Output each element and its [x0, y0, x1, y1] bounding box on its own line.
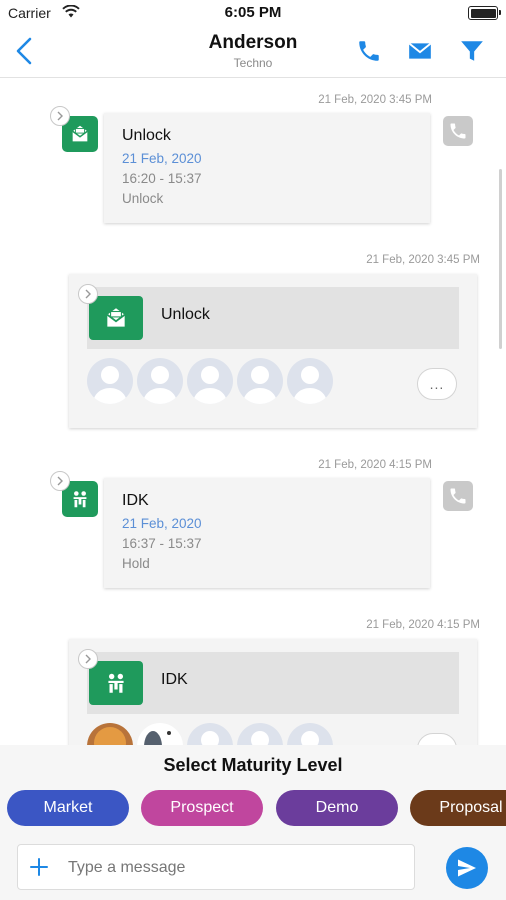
- send-button[interactable]: [446, 847, 488, 889]
- send-icon: [458, 859, 476, 877]
- avatar-placeholder[interactable]: [237, 723, 283, 745]
- email-activity-icon: [89, 296, 143, 340]
- group-activity-card[interactable]: Unlock ...: [69, 274, 477, 428]
- more-participants-button[interactable]: ...: [417, 368, 457, 400]
- group-activity-title: IDK: [161, 671, 188, 688]
- activity-date: 21 Feb, 2020: [122, 516, 202, 531]
- avatar-placeholder[interactable]: [87, 358, 133, 404]
- mail-icon[interactable]: [405, 38, 435, 64]
- clock: 6:05 PM: [224, 4, 282, 21]
- expand-chevron-icon[interactable]: [50, 471, 70, 491]
- message-placeholder: Type a message: [68, 859, 186, 876]
- phone-icon[interactable]: [354, 38, 384, 64]
- message-input[interactable]: Type a message: [17, 844, 415, 890]
- timestamp: 21 Feb, 2020 3:45 PM: [318, 94, 432, 106]
- expand-chevron-icon[interactable]: [78, 284, 98, 304]
- group-activity-header: IDK: [87, 652, 459, 714]
- maturity-chip-demo[interactable]: Demo: [276, 790, 398, 826]
- activity-date: 21 Feb, 2020: [122, 151, 202, 166]
- avatar-photo[interactable]: [137, 723, 183, 745]
- activity-status: Unlock: [122, 191, 164, 206]
- avatar-placeholder[interactable]: [287, 723, 333, 745]
- maturity-chip-prospect[interactable]: Prospect: [141, 790, 263, 826]
- meeting-activity-icon: [89, 661, 143, 705]
- avatar-photo[interactable]: [87, 723, 133, 745]
- maturity-title: Select Maturity Level: [163, 755, 343, 775]
- avatar-placeholder[interactable]: [187, 723, 233, 745]
- maturity-chip-market[interactable]: Market: [7, 790, 129, 826]
- expand-chevron-icon[interactable]: [78, 649, 98, 669]
- avatar-placeholder[interactable]: [287, 358, 333, 404]
- activity-title: Unlock: [122, 127, 171, 144]
- timestamp: 21 Feb, 2020 4:15 PM: [366, 619, 480, 631]
- activity-feed[interactable]: 21 Feb, 2020 3:45 PM Unlock 21 Feb, 2020…: [0, 79, 506, 745]
- timestamp: 21 Feb, 2020 4:15 PM: [318, 459, 432, 471]
- activity-status: Hold: [122, 556, 150, 571]
- avatar-placeholder[interactable]: [187, 358, 233, 404]
- activity-title: IDK: [122, 492, 149, 509]
- battery-icon: [468, 6, 501, 20]
- expand-chevron-icon[interactable]: [50, 106, 70, 126]
- group-activity-card[interactable]: IDK: [69, 639, 477, 745]
- timestamp: 21 Feb, 2020 3:45 PM: [366, 254, 480, 266]
- bottom-panel: Select Maturity Level Market Prospect De…: [0, 745, 506, 900]
- avatar-placeholder[interactable]: [237, 358, 283, 404]
- conversation-header: Anderson Techno: [0, 26, 506, 78]
- activity-card[interactable]: IDK 21 Feb, 2020 16:37 - 15:37 Hold: [104, 478, 430, 588]
- group-activity-title: Unlock: [161, 306, 210, 323]
- activity-time-range: 16:20 - 15:37: [122, 171, 202, 186]
- scrollbar[interactable]: [499, 169, 502, 349]
- call-type-icon: [443, 116, 473, 146]
- maturity-chip-proposal[interactable]: Proposal: [410, 790, 506, 826]
- filter-icon[interactable]: [457, 38, 487, 64]
- activity-card[interactable]: Unlock 21 Feb, 2020 16:20 - 15:37 Unlock: [104, 113, 430, 223]
- plus-icon[interactable]: [28, 856, 50, 878]
- activity-time-range: 16:37 - 15:37: [122, 536, 202, 551]
- avatar-placeholder[interactable]: [137, 358, 183, 404]
- more-participants-button[interactable]: [417, 733, 457, 745]
- maturity-level-chips[interactable]: Market Prospect Demo Proposal: [0, 790, 506, 830]
- group-activity-header: Unlock: [87, 287, 459, 349]
- call-type-icon: [443, 481, 473, 511]
- status-bar: Carrier 6:05 PM: [0, 0, 506, 26]
